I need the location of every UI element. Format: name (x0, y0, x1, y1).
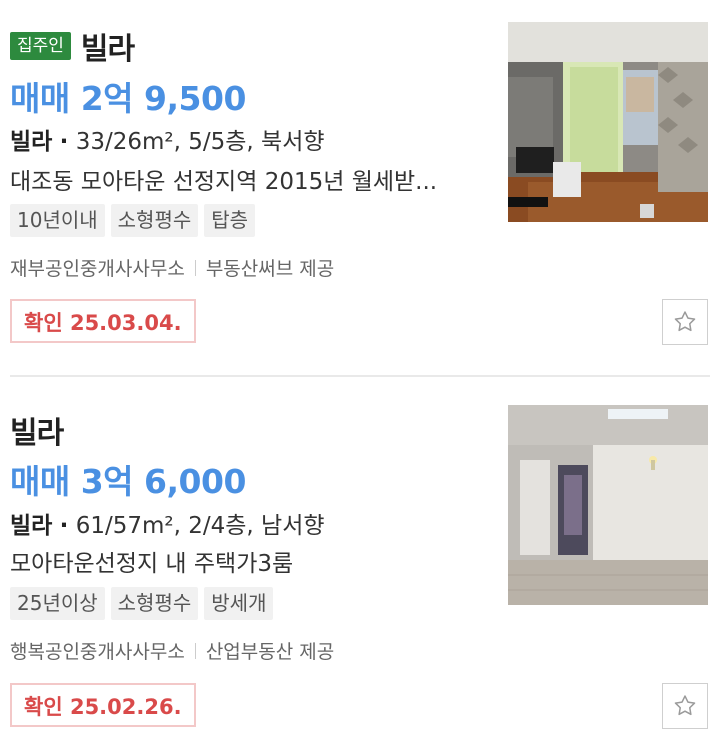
tag: 소형평수 (110, 204, 199, 237)
listing-title-row: 빌라 (10, 408, 64, 452)
tag-list: 10년이내 소형평수 탑층 (10, 204, 256, 237)
provider-name: 산업부동산 제공 (205, 641, 335, 663)
agency-name: 행복공인중개사사무소 (10, 641, 185, 663)
provider-name: 부동산써브 제공 (205, 258, 335, 280)
tag: 소형평수 (110, 587, 199, 620)
favorite-button[interactable] (662, 299, 708, 345)
property-type-title: 빌라 (10, 416, 64, 451)
tag: 방세개 (204, 587, 274, 620)
owner-badge: 집주인 (10, 32, 71, 60)
property-type-title: 빌라 (80, 32, 135, 67)
agency-info: 행복공인중개사사무소 산업부동산 제공 (10, 637, 334, 664)
star-outline-icon (674, 695, 696, 716)
listing-card[interactable]: 빌라 매매 3억 6,000 빌라 · 61/57m², 2/4층, 남서향 모… (0, 378, 722, 738)
spec-type: 빌라 (10, 513, 53, 539)
spec-dot: · (59, 129, 69, 155)
confirmed-date-badge: 확인 25.03.04. (10, 299, 196, 343)
spec-dot: · (59, 513, 69, 539)
favorite-button[interactable] (662, 683, 708, 729)
separator (194, 642, 196, 659)
spec-detail: 33/26m², 5/5층, 북서향 (75, 129, 325, 155)
listing-card[interactable]: 집주인 빌라 매매 2억 9,500 빌라 · 33/26m², 5/5층, 북… (0, 0, 722, 376)
living-room-photo (508, 22, 708, 222)
listing-photo[interactable] (508, 22, 708, 222)
listing-spec: 빌라 · 61/57m², 2/4층, 남서향 (10, 506, 325, 540)
empty-room-photo (508, 405, 708, 605)
listing-title-row: 집주인 빌라 (10, 24, 135, 68)
tag: 25년이상 (10, 587, 105, 620)
separator (194, 259, 196, 276)
agency-name: 재부공인중개사사무소 (10, 258, 185, 280)
listing-photo[interactable] (508, 405, 708, 605)
confirmed-date-badge: 확인 25.02.26. (10, 683, 196, 727)
listing-price: 매매 2억 9,500 (10, 79, 246, 118)
tag-list: 25년이상 소형평수 방세개 (10, 587, 274, 620)
agency-info: 재부공인중개사사무소 부동산써브 제공 (10, 254, 334, 281)
listing-divider (10, 375, 710, 377)
listing-price: 매매 3억 6,000 (10, 462, 246, 501)
listing-description: 대조동 모아타운 선정지역 2015년 월세받... (10, 169, 438, 195)
tag: 탑층 (204, 204, 256, 237)
tag: 10년이내 (10, 204, 105, 237)
listing-spec: 빌라 · 33/26m², 5/5층, 북서향 (10, 122, 325, 156)
spec-type: 빌라 (10, 129, 53, 155)
listing-description: 모아타운선정지 내 주택가3룸 (10, 551, 294, 577)
star-outline-icon (674, 311, 696, 332)
spec-detail: 61/57m², 2/4층, 남서향 (75, 513, 325, 539)
